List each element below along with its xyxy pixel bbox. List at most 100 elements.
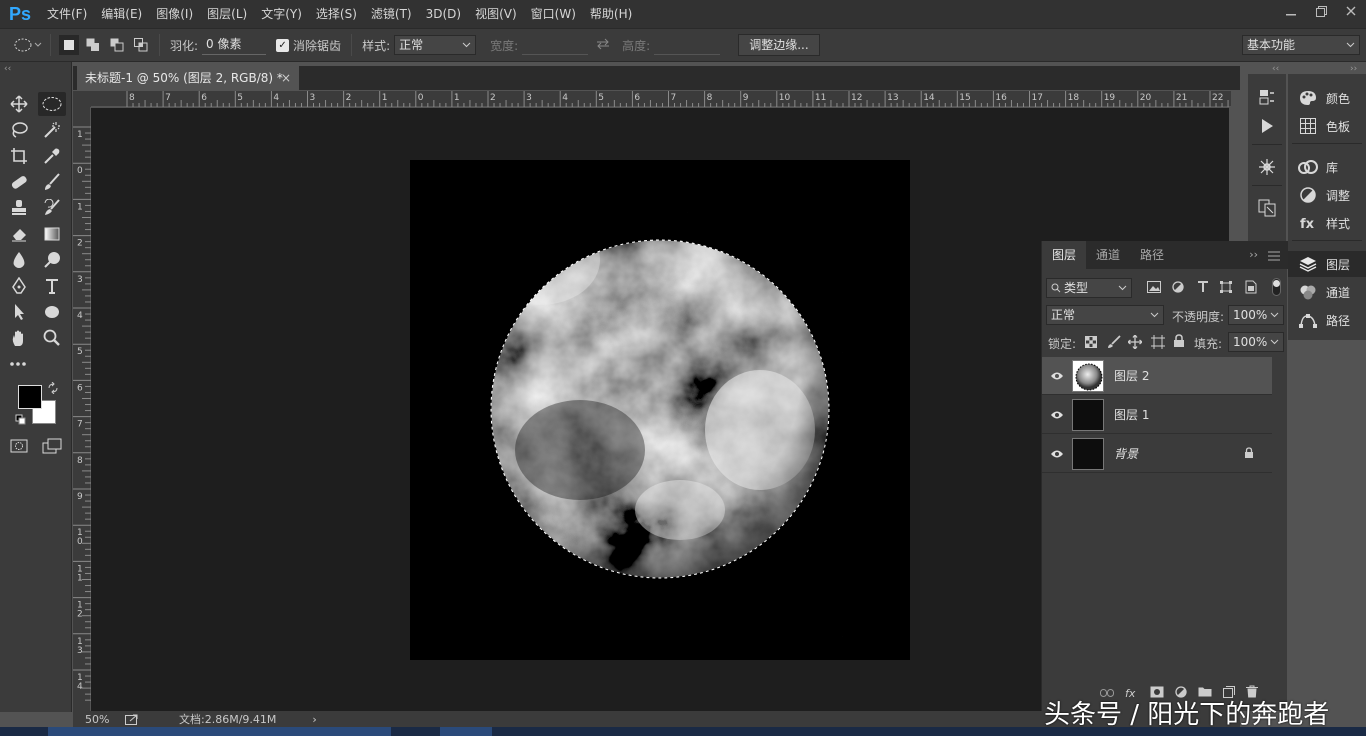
panel-layers[interactable]: 图层 [1288, 251, 1366, 277]
status-menu-arrow[interactable]: › [312, 713, 316, 726]
layer-row-layer-1[interactable]: 图层 1 [1042, 396, 1272, 434]
lock-pixels-icon[interactable] [1107, 335, 1121, 352]
magic-wand-tool-icon[interactable] [38, 118, 66, 142]
panel-libraries[interactable]: 库 [1288, 154, 1366, 180]
tab-channels[interactable]: 通道 [1086, 241, 1130, 269]
vertical-ruler[interactable]: 101234567891011121314 [73, 107, 91, 712]
tab-paths[interactable]: 路径 [1130, 241, 1174, 269]
eye-icon[interactable] [1042, 449, 1072, 459]
blend-mode-select[interactable]: 正常 [1046, 305, 1164, 325]
menu-view[interactable]: 视图(V) [468, 0, 524, 28]
menu-3d[interactable]: 3D(D) [419, 0, 468, 28]
ruler-origin[interactable] [73, 91, 91, 107]
actions-play-icon[interactable] [1255, 114, 1279, 138]
menu-window[interactable]: 窗口(W) [524, 0, 583, 28]
swap-colors-icon[interactable] [47, 381, 59, 397]
panel-paths[interactable]: 路径 [1288, 307, 1366, 333]
eye-icon[interactable] [1042, 410, 1072, 420]
menu-type[interactable]: 文字(Y) [254, 0, 309, 28]
history-brush-tool-icon[interactable] [38, 196, 66, 220]
panel-swatches[interactable]: 色板 [1288, 113, 1366, 139]
panel-collapse-icon[interactable]: ›› [1249, 248, 1258, 261]
menu-help[interactable]: 帮助(H) [583, 0, 639, 28]
layer-row-layer-2[interactable]: 图层 2 [1042, 357, 1272, 395]
layer-filter-select[interactable]: 类型 [1046, 278, 1132, 298]
hand-tool-icon[interactable] [5, 326, 33, 350]
subtract-from-selection-icon[interactable] [107, 35, 127, 55]
feather-input[interactable]: 0 像素 [202, 35, 267, 55]
restore-icon[interactable] [1306, 0, 1336, 22]
default-colors-icon[interactable] [15, 414, 27, 429]
type-tool-icon[interactable] [38, 274, 66, 298]
pen-tool-icon[interactable] [5, 274, 33, 298]
menu-select[interactable]: 选择(S) [309, 0, 364, 28]
foreground-color-swatch[interactable] [18, 385, 42, 409]
eraser-tool-icon[interactable] [5, 222, 33, 246]
filter-toggle-switch[interactable] [1272, 278, 1281, 296]
menu-filter[interactable]: 滤镜(T) [364, 0, 419, 28]
filter-adjustment-icon[interactable] [1172, 281, 1184, 296]
style-select[interactable]: 正常 [394, 35, 477, 55]
swap-width-height-icon[interactable] [596, 38, 610, 53]
layer-row-background[interactable]: 背景 [1042, 435, 1272, 473]
collapse-arrows-icon[interactable]: ›› [1350, 64, 1357, 74]
gradient-tool-icon[interactable] [38, 222, 66, 246]
screen-mode-icon[interactable] [38, 434, 66, 458]
move-tool-icon[interactable] [5, 92, 33, 116]
add-to-selection-icon[interactable] [83, 35, 103, 55]
lock-artboard-icon[interactable] [1151, 335, 1165, 352]
panel-channels[interactable]: 通道 [1288, 279, 1366, 305]
lasso-tool-icon[interactable] [5, 118, 33, 142]
history-panel-icon[interactable] [1255, 85, 1279, 109]
brush-tool-icon[interactable] [38, 170, 66, 194]
tab-close-icon[interactable]: × [281, 66, 291, 90]
filter-shape-icon[interactable] [1220, 281, 1232, 296]
workspace-select[interactable]: 基本功能 [1242, 35, 1360, 55]
panel-menu-icon[interactable] [1268, 250, 1280, 264]
panel-adjustments[interactable]: 调整 [1288, 182, 1366, 208]
minimize-icon[interactable] [1276, 0, 1306, 22]
crop-tool-icon[interactable] [5, 144, 33, 168]
panel-styles[interactable]: fx 样式 [1288, 210, 1366, 236]
eye-icon[interactable] [1042, 371, 1072, 381]
menu-file[interactable]: 文件(F) [40, 0, 94, 28]
new-selection-icon[interactable] [59, 35, 79, 55]
clone-source-icon[interactable] [1255, 196, 1279, 220]
quick-mask-icon[interactable] [5, 434, 33, 458]
tab-layers[interactable]: 图层 [1042, 241, 1087, 269]
menu-layer[interactable]: 图层(L) [200, 0, 254, 28]
refine-edge-button[interactable]: 调整边缘... [738, 34, 820, 56]
horizontal-ruler[interactable]: 8 7 6 5 4 3 2 1 0 1 2 3 4 5 6 7 8 9 10 11 12 13 14 15 16 17 18 19 20… [91, 91, 1241, 107]
panel-color[interactable]: 颜色 [1288, 85, 1366, 111]
elliptical-marquee-tool-icon[interactable] [38, 92, 66, 116]
filter-type-icon[interactable] [1197, 280, 1209, 296]
filter-smart-object-icon[interactable] [1245, 280, 1257, 297]
document-tab[interactable]: 未标题-1 @ 50% (图层 2, RGB/8) * × [77, 66, 299, 90]
collapse-arrows-icon[interactable]: ‹‹ [4, 64, 11, 74]
filter-pixel-icon[interactable] [1147, 281, 1161, 296]
fill-input[interactable]: 100% [1228, 332, 1284, 352]
taskbar-item[interactable] [48, 727, 391, 736]
lock-position-icon[interactable] [1127, 334, 1143, 352]
document-canvas[interactable] [410, 160, 910, 660]
taskbar-item[interactable] [440, 727, 492, 736]
ellipse-tool-icon[interactable] [38, 300, 66, 324]
elliptical-marquee-preset-icon[interactable] [14, 37, 44, 53]
dodge-tool-icon[interactable] [38, 248, 66, 272]
path-selection-tool-icon[interactable] [5, 300, 33, 324]
zoom-tool-icon[interactable] [38, 326, 66, 350]
healing-brush-tool-icon[interactable] [5, 170, 33, 194]
zoom-level[interactable]: 50% [85, 713, 123, 726]
lock-transparent-icon[interactable] [1085, 336, 1097, 351]
more-tools-icon[interactable] [5, 352, 33, 376]
export-icon[interactable] [125, 714, 139, 725]
close-icon[interactable] [1336, 0, 1366, 22]
collapse-arrows-icon[interactable]: ‹‹ [1272, 64, 1279, 74]
eyedropper-tool-icon[interactable] [38, 144, 66, 168]
intersect-selection-icon[interactable] [131, 35, 151, 55]
clone-stamp-tool-icon[interactable] [5, 196, 33, 220]
antialias-checkbox[interactable]: ✓ [276, 38, 290, 52]
blur-tool-icon[interactable] [5, 248, 33, 272]
lock-all-icon[interactable] [1173, 334, 1185, 351]
menu-edit[interactable]: 编辑(E) [94, 0, 149, 28]
